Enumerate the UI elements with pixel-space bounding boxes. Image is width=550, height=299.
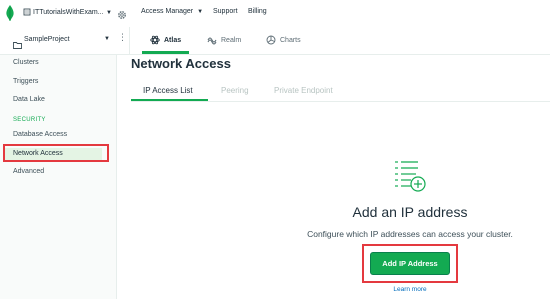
sidebar-item-triggers[interactable]: Triggers <box>13 78 38 85</box>
network-access-highlight <box>3 144 109 162</box>
realm-icon <box>207 37 217 45</box>
support-link[interactable]: Support <box>213 8 238 15</box>
chevron-down-icon: ▼ <box>106 10 112 16</box>
tab-charts[interactable]: Charts <box>266 27 301 54</box>
tab-atlas[interactable]: Atlas <box>141 27 190 54</box>
chevron-down-icon: ▼ <box>197 9 204 15</box>
empty-state-title: Add an IP address <box>352 204 468 220</box>
organization-selector[interactable]: ITTutorialsWithExam... ▼ <box>23 6 113 20</box>
billing-link[interactable]: Billing <box>248 8 267 15</box>
tab-ip-access-list[interactable]: IP Access List <box>143 86 193 95</box>
chevron-down-icon: ▼ <box>104 36 110 42</box>
access-manager-menu[interactable]: Access Manager ▼ <box>141 8 203 15</box>
learn-more-link[interactable]: Learn more <box>380 286 440 293</box>
ip-list-add-icon <box>392 158 428 199</box>
sidebar-item-advanced[interactable]: Advanced <box>13 168 44 175</box>
folder-icon <box>13 36 22 54</box>
access-manager-label: Access Manager <box>141 8 194 15</box>
tab-realm-label: Realm <box>221 37 242 44</box>
tab-private-endpoint[interactable]: Private Endpoint <box>274 86 333 95</box>
atlas-icon <box>150 35 160 45</box>
tabs-divider <box>131 101 550 102</box>
tab-atlas-label: Atlas <box>164 37 182 44</box>
gear-icon[interactable] <box>117 7 127 25</box>
sidebar-item-data-lake[interactable]: Data Lake <box>13 96 45 103</box>
org-name: ITTutorialsWithExam... <box>33 9 104 16</box>
empty-state-description: Configure which IP addresses can access … <box>307 229 513 239</box>
tab-charts-label: Charts <box>280 37 301 44</box>
sidebar-section-security: SECURITY <box>13 117 46 123</box>
add-ip-address-highlight <box>362 244 458 283</box>
charts-icon <box>266 35 276 45</box>
project-name: SampleProject <box>24 36 70 43</box>
mongodb-leaf-icon[interactable] <box>6 5 14 26</box>
active-tab-indicator <box>131 99 208 101</box>
tab-peering[interactable]: Peering <box>221 86 249 95</box>
tab-realm[interactable]: Realm <box>207 27 241 54</box>
top-navigation-bar: ITTutorialsWithExam... ▼ Access Manager ▼… <box>0 0 550 28</box>
page-title: Network Access <box>131 56 231 71</box>
project-bar: SampleProject ▼ ⋮ Atlas Realm Charts <box>0 27 550 55</box>
left-sidebar: Clusters Triggers Data Lake SECURITY Dat… <box>0 55 117 299</box>
project-selector[interactable]: SampleProject ▼ ⋮ <box>0 27 130 54</box>
sidebar-item-database-access[interactable]: Database Access <box>13 131 67 138</box>
org-building-icon <box>23 8 31 16</box>
more-options-icon[interactable]: ⋮ <box>118 33 127 42</box>
sidebar-item-clusters[interactable]: Clusters <box>13 59 39 66</box>
